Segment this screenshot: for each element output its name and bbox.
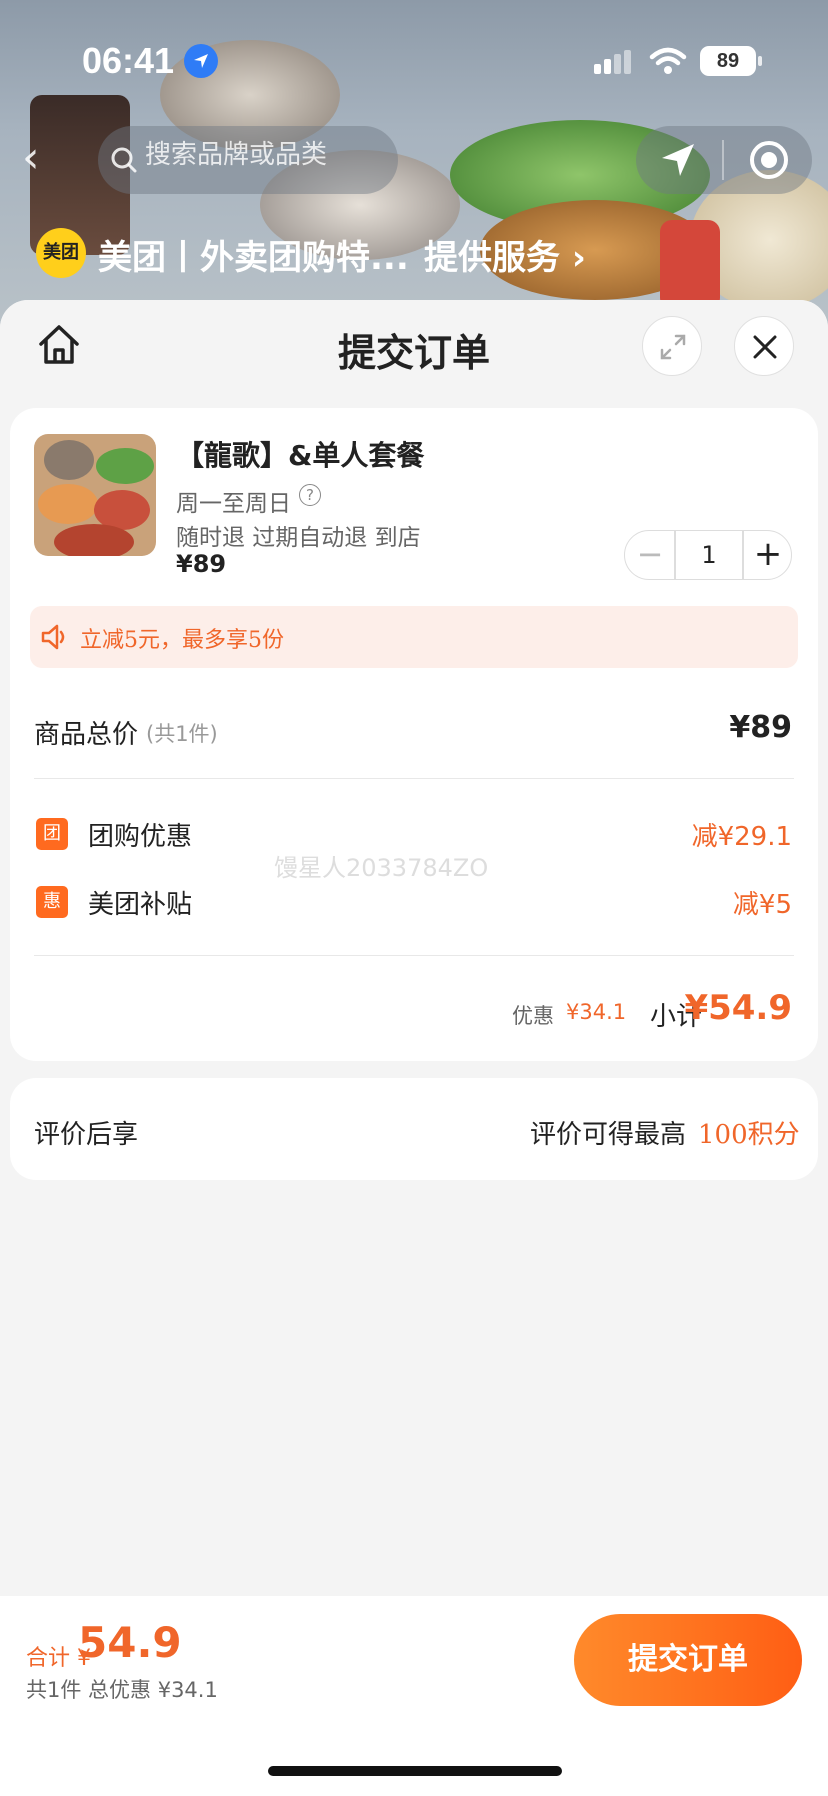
subtotal-value: ¥54.9 xyxy=(684,988,792,1028)
mini-program-title: 美团丨外卖团购特... xyxy=(98,238,409,278)
wifi-icon xyxy=(649,47,687,74)
product-valid-days: 周一至周日 xyxy=(176,491,291,517)
meituan-subsidy-label: 美团补贴 xyxy=(88,890,193,920)
promo-text: 立减5元，最多享5份 xyxy=(80,628,284,653)
watermark: 馒星人2033784ZO xyxy=(274,854,489,882)
product-price: ¥89 xyxy=(176,550,227,578)
group-buy-badge: 团 xyxy=(36,818,68,850)
search-input[interactable] xyxy=(145,140,385,170)
goods-total-count: (共1件) xyxy=(146,722,218,746)
help-icon[interactable]: ? xyxy=(299,484,321,506)
saving-value: ¥34.1 xyxy=(566,1000,627,1024)
expand-button[interactable] xyxy=(642,316,702,376)
back-button[interactable]: ‹ xyxy=(22,128,62,188)
speaker-icon xyxy=(41,624,65,650)
goods-total-value: ¥89 xyxy=(729,710,792,745)
subsidy-badge: 惠 xyxy=(36,886,68,918)
group-buy-discount-value: 减¥29.1 xyxy=(691,822,792,852)
service-provider-link[interactable]: 提供服务 › xyxy=(424,230,586,279)
goods-total-label: 商品总价 xyxy=(34,720,139,750)
cellular-signal-icon xyxy=(594,50,631,74)
close-button[interactable] xyxy=(734,316,794,376)
expand-icon xyxy=(660,334,686,360)
meituan-logo: 美团 xyxy=(36,228,86,278)
quantity-plus-button[interactable]: + xyxy=(744,532,792,578)
meituan-subsidy-value: 减¥5 xyxy=(732,890,792,920)
saving-label: 优惠 xyxy=(512,1004,554,1028)
home-indicator[interactable] xyxy=(268,1766,562,1776)
review-reward-label: 评价后享 xyxy=(34,1120,139,1150)
product-policy: 随时退 过期自动退 到店 xyxy=(176,525,421,551)
navigation-arrow-icon[interactable] xyxy=(658,140,698,180)
battery-icon: 89 xyxy=(700,46,762,76)
quantity-value[interactable]: 1 xyxy=(676,532,742,578)
location-arrow-icon xyxy=(184,44,218,78)
divider xyxy=(34,778,794,779)
submit-order-button[interactable]: 提交订单 xyxy=(574,1614,802,1706)
search-icon xyxy=(111,147,137,173)
bg-meat xyxy=(660,220,720,310)
capsule-divider xyxy=(722,140,724,180)
page-title: 提交订单 xyxy=(337,331,490,375)
product-image[interactable] xyxy=(34,434,156,556)
quantity-minus-button[interactable]: − xyxy=(626,532,674,578)
target-icon[interactable] xyxy=(747,138,791,182)
close-icon xyxy=(753,335,777,359)
divider xyxy=(34,955,794,956)
sum-detail: 共1件 总优惠 ¥34.1 xyxy=(26,1678,218,1702)
product-name: 【龍歌】&单人套餐 xyxy=(176,439,425,472)
review-reward-points: 100积分 xyxy=(698,1120,800,1150)
review-reward-desc: 评价可得最高 xyxy=(530,1120,687,1150)
group-buy-discount-label: 团购优惠 xyxy=(88,822,193,852)
sum-value: 54.9 xyxy=(78,1618,182,1667)
status-time: 06:41 xyxy=(82,40,175,81)
status-bar: 06:41 89 xyxy=(0,0,828,120)
